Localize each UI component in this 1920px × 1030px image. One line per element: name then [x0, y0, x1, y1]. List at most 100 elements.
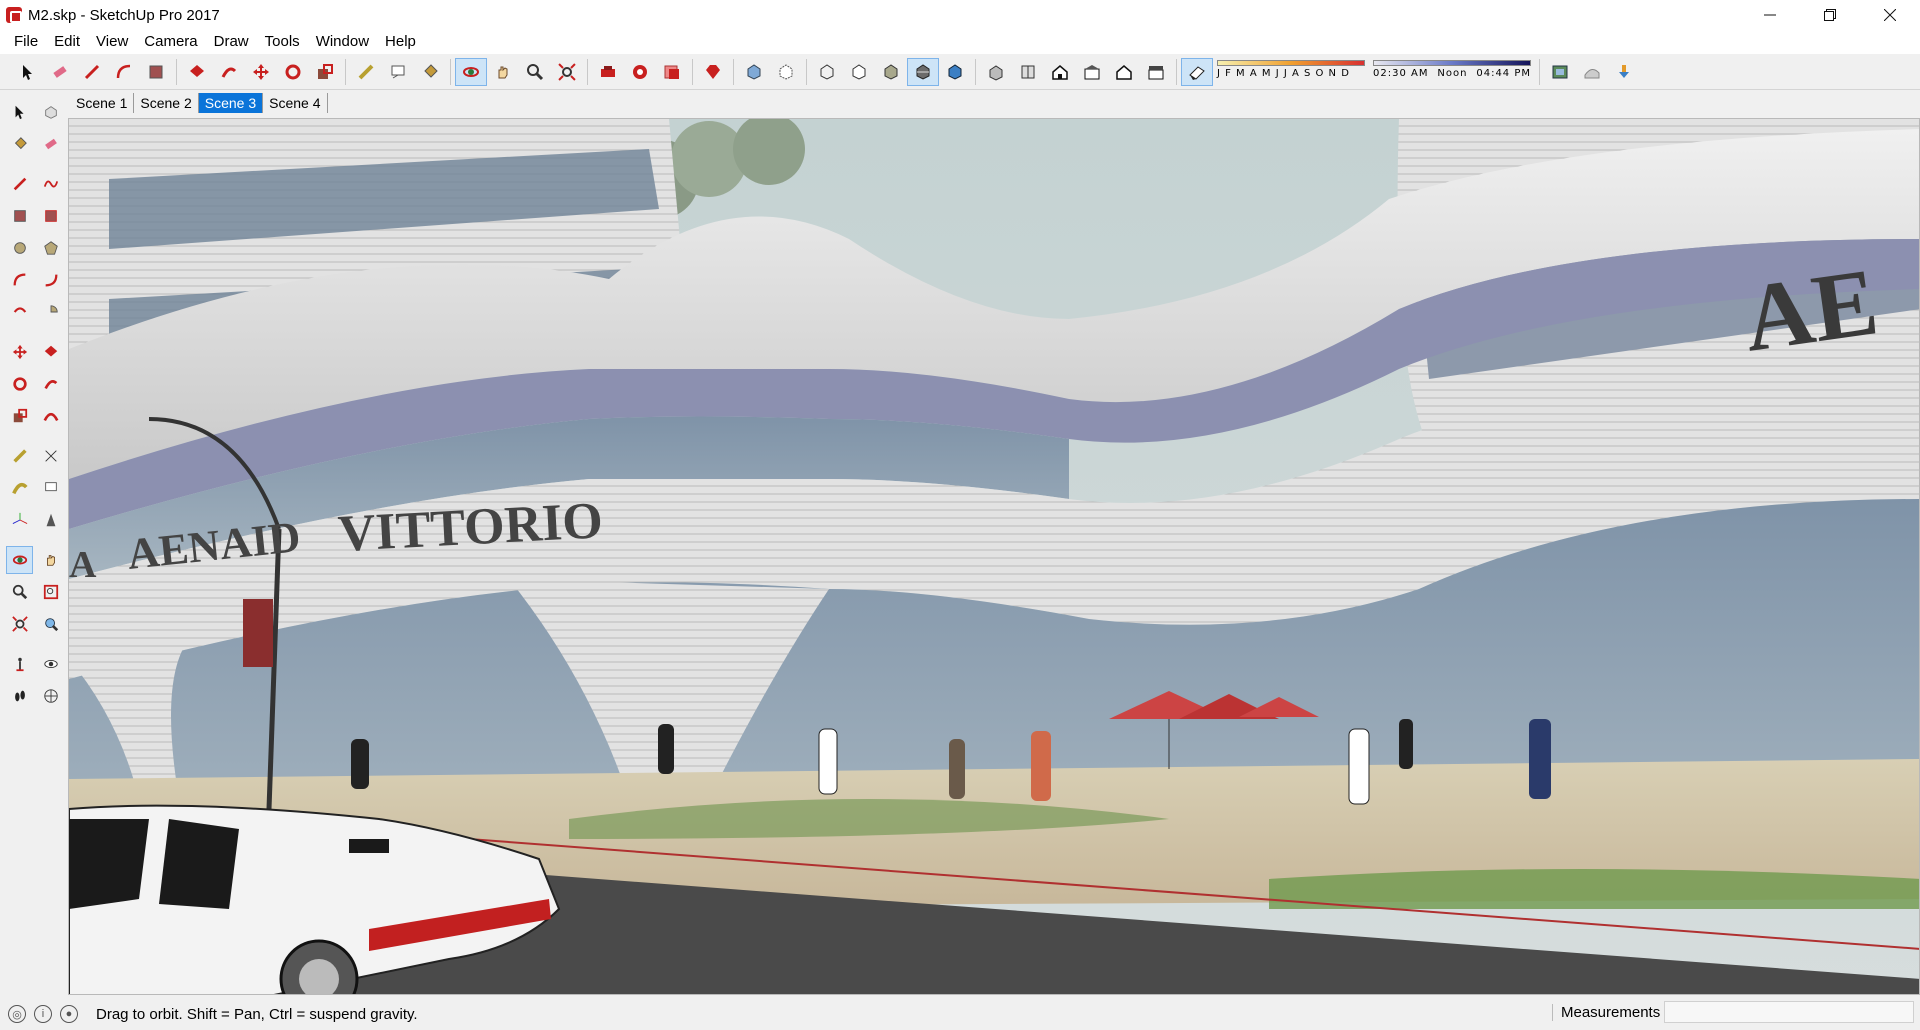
tab-scene-4[interactable]: Scene 4 — [263, 93, 328, 113]
lt-three-point-arc-button[interactable] — [6, 298, 33, 326]
front-view-button[interactable] — [1044, 58, 1076, 86]
lt-push-pull-button[interactable] — [37, 338, 64, 366]
iso-view-button[interactable] — [980, 58, 1012, 86]
model-viewport[interactable]: A AENAID VITTORIO AE — [68, 118, 1920, 995]
window-title: M2.skp - SketchUp Pro 2017 — [28, 6, 220, 24]
user-icon[interactable]: ● — [60, 1005, 78, 1023]
xray-button[interactable] — [738, 58, 770, 86]
text-button[interactable] — [382, 58, 414, 86]
layout-button[interactable] — [656, 58, 688, 86]
eraser-button[interactable] — [44, 58, 76, 86]
extension-warehouse-button[interactable] — [624, 58, 656, 86]
line-button[interactable] — [76, 58, 108, 86]
tape-measure-button[interactable] — [350, 58, 382, 86]
monochrome-button[interactable] — [939, 58, 971, 86]
sandbox-button[interactable] — [1576, 58, 1608, 86]
lt-rotate-button[interactable] — [6, 370, 33, 398]
lt-follow-me-button[interactable] — [37, 370, 64, 398]
shadow-time-slider[interactable]: 02:30 AM Noon 04:44 PM — [1373, 59, 1531, 84]
lt-axes-button[interactable] — [6, 506, 33, 534]
pan-button[interactable] — [487, 58, 519, 86]
lt-3d-text-button[interactable] — [37, 506, 64, 534]
lt-offset-button[interactable] — [37, 402, 64, 430]
paint-bucket-button[interactable] — [414, 58, 446, 86]
shaded-textures-button[interactable] — [907, 57, 939, 86]
arc-button[interactable] — [108, 58, 140, 86]
push-pull-button[interactable] — [181, 58, 213, 86]
geo-location-button[interactable] — [1544, 58, 1576, 86]
lt-protractor-button[interactable] — [6, 474, 33, 502]
wireframe-button[interactable] — [811, 58, 843, 86]
geo-status-icon[interactable]: ◎ — [8, 1005, 26, 1023]
lt-polygon-button[interactable] — [37, 234, 64, 262]
menu-view[interactable]: View — [88, 30, 136, 54]
menu-edit[interactable]: Edit — [46, 30, 88, 54]
lt-section-plane-button[interactable] — [37, 682, 64, 710]
lt-rotated-rectangle-button[interactable] — [37, 202, 64, 230]
lt-walk-button[interactable] — [6, 682, 33, 710]
tab-scene-1[interactable]: Scene 1 — [70, 93, 135, 113]
measurements-label: Measurements — [1552, 1004, 1660, 1021]
lt-move-button[interactable] — [6, 338, 33, 366]
zoom-extents-button[interactable] — [551, 58, 583, 86]
left-view-button[interactable] — [1140, 58, 1172, 86]
lt-freehand-button[interactable] — [37, 170, 64, 198]
shaded-button[interactable] — [875, 58, 907, 86]
lt-rectangle-button[interactable] — [6, 202, 33, 230]
measurements-field[interactable] — [1664, 1001, 1914, 1023]
scale-button[interactable] — [309, 58, 341, 86]
back-view-button[interactable] — [1108, 58, 1140, 86]
zoom-button[interactable] — [519, 58, 551, 86]
import-button[interactable] — [1608, 58, 1640, 86]
tab-scene-2[interactable]: Scene 2 — [134, 93, 199, 113]
lt-look-around-button[interactable] — [37, 650, 64, 678]
follow-me-button[interactable] — [213, 58, 245, 86]
ruby-console-button[interactable] — [697, 58, 729, 86]
restore-button[interactable] — [1800, 0, 1860, 30]
lt-zoom-button[interactable] — [6, 578, 33, 606]
tab-scene-3[interactable]: Scene 3 — [198, 93, 264, 113]
right-view-button[interactable] — [1076, 58, 1108, 86]
close-button[interactable] — [1860, 0, 1920, 30]
lt-position-camera-button[interactable] — [6, 650, 33, 678]
hidden-line-button[interactable] — [843, 58, 875, 86]
menu-camera[interactable]: Camera — [136, 30, 205, 54]
lt-two-point-arc-button[interactable] — [37, 266, 64, 294]
shadow-month-slider[interactable]: J F M A M J J A S O N D — [1217, 59, 1365, 84]
menu-draw[interactable]: Draw — [206, 30, 257, 54]
select-button[interactable] — [12, 58, 44, 86]
lt-dimension-button[interactable] — [37, 442, 64, 470]
lt-arc-button[interactable] — [6, 266, 33, 294]
lt-zoom-extents-button[interactable] — [6, 610, 33, 638]
lt-pan-button[interactable] — [37, 546, 64, 574]
lt-circle-button[interactable] — [6, 234, 33, 262]
warehouse-button[interactable] — [592, 58, 624, 86]
shape-button[interactable] — [140, 58, 172, 86]
menu-tools[interactable]: Tools — [257, 30, 308, 54]
lt-pie-button[interactable] — [37, 298, 64, 326]
menu-file[interactable]: File — [6, 30, 46, 54]
lt-component-button[interactable] — [37, 98, 64, 126]
lt-previous-view-button[interactable] — [37, 610, 64, 638]
move-button[interactable] — [245, 58, 277, 86]
lt-text-button[interactable] — [37, 474, 64, 502]
info-icon[interactable]: i — [34, 1005, 52, 1023]
lt-select-button[interactable] — [6, 98, 33, 126]
lt-paint-bucket-button[interactable] — [6, 130, 33, 158]
lt-eraser-button[interactable] — [37, 130, 64, 158]
menu-help[interactable]: Help — [377, 30, 424, 54]
minimize-button[interactable] — [1740, 0, 1800, 30]
top-view-button[interactable] — [1012, 58, 1044, 86]
push-pull-icon — [190, 64, 204, 77]
back-edges-button[interactable] — [770, 58, 802, 86]
lt-zoom-window-button[interactable] — [37, 578, 64, 606]
lt-orbit-button[interactable] — [6, 546, 34, 574]
two-point-arc-icon — [45, 274, 57, 287]
menu-window[interactable]: Window — [308, 30, 377, 54]
lt-line-button[interactable] — [6, 170, 33, 198]
lt-tape-measure-button[interactable] — [6, 442, 33, 470]
lt-scale-button[interactable] — [6, 402, 33, 430]
shadows-button[interactable] — [1181, 57, 1213, 86]
rotate-button[interactable] — [277, 58, 309, 86]
orbit-button[interactable] — [455, 57, 487, 86]
